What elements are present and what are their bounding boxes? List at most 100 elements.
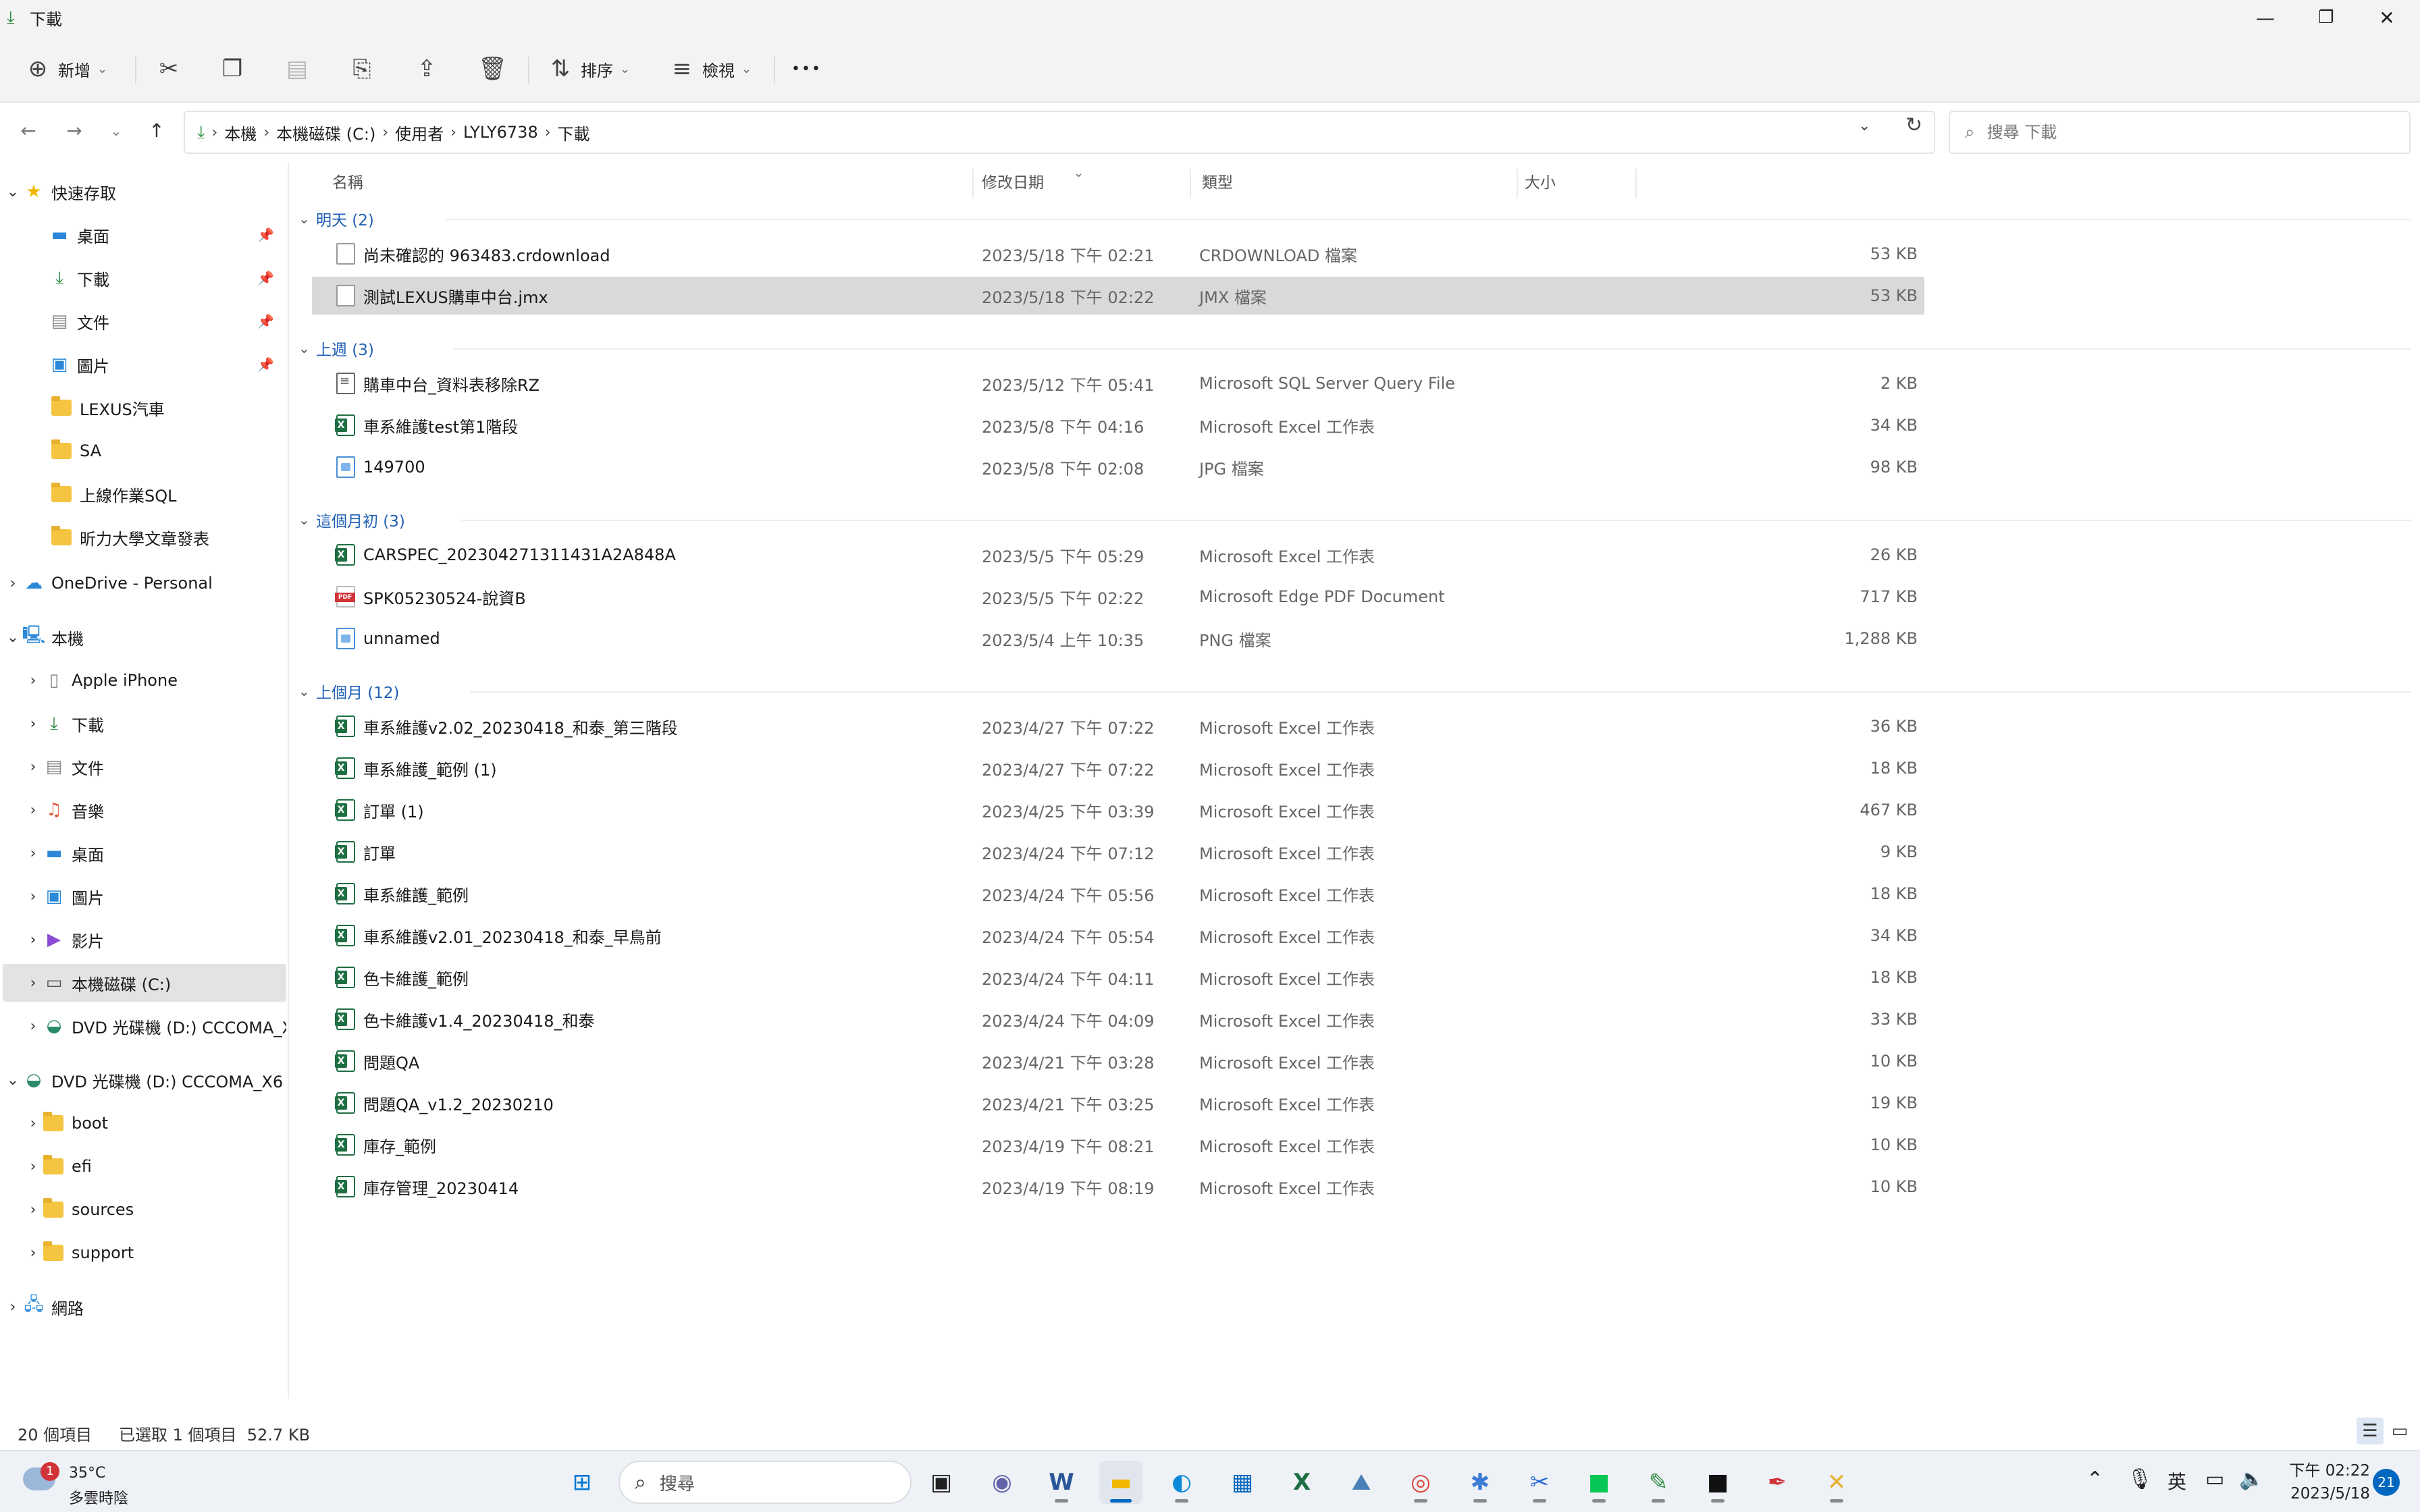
minimize-button[interactable]: — [2235,0,2296,35]
breadcrumb-downloads[interactable]: 下載 [558,121,590,144]
sidebar-item-desktop[interactable]: ▬ 桌面 📌 [3,216,286,254]
paste-button[interactable]: ▤ [284,49,311,89]
sidebar-item-pictures[interactable]: ▣ 圖片 📌 [3,346,286,383]
rename-button[interactable]: ⎘ [348,49,375,89]
address-bar[interactable]: ⤓ › 本機 › 本機磁碟 (C:) › 使用者 › LYLY6738 › 下載 [184,111,1935,154]
weather-widget[interactable]: 1 35°C 多雲時陰 [20,1458,169,1507]
breadcrumb-user[interactable]: LYLY6738 [463,123,538,142]
pin-icon[interactable]: 📌 [257,227,274,243]
pin-icon[interactable]: 📌 [257,313,274,329]
sort-button[interactable]: ⇅ 排序 ⌄ [547,49,630,89]
sidebar-item-pc-pictures[interactable]: › ▣ 圖片 [3,878,286,915]
sidebar-item-pc-desktop[interactable]: › ▬ 桌面 [3,834,286,872]
column-header-type[interactable]: 類型 [1202,162,1233,200]
breadcrumb-drive-c[interactable]: 本機磁碟 (C:) [276,121,375,144]
sidebar-item-network[interactable]: › 🖧 網路 [3,1288,286,1326]
taskbar-edge[interactable]: ◐ [1160,1461,1203,1504]
file-row[interactable]: 庫存管理_20230414 2023/4/19 下午 08:19 Microsoft… [312,1168,1924,1206]
file-row[interactable]: 尚未確認的 963483.crdownload 2023/5/18 下午 02:2… [312,235,1924,273]
sidebar-item-videos[interactable]: › ▶ 影片 [3,921,286,959]
search-box[interactable]: ⌕ [1949,111,2411,154]
microphone-icon[interactable]: 🎙 [2127,1467,2153,1491]
sidebar-item-sources[interactable]: › sources [3,1191,286,1228]
network-status-icon[interactable]: ▭ [2205,1467,2224,1491]
file-row[interactable]: 庫存_範例 2023/4/19 下午 08:21 Microsoft Excel 工… [312,1126,1924,1164]
pin-icon[interactable]: 📌 [257,270,274,286]
sidebar-item-boot[interactable]: › boot [3,1104,286,1142]
file-row[interactable]: 問題QA_v1.2_20230210 2023/4/21 下午 03:25 Micr… [312,1084,1924,1122]
address-history-button[interactable]: ⌄ [1858,117,1870,134]
restore-button[interactable]: ❐ [2296,0,2357,35]
details-view-button[interactable]: ☰ [2357,1418,2384,1444]
taskbar-excel[interactable]: X [1280,1461,1323,1504]
group-header[interactable]: ⌄ 明天 (2) [298,205,374,232]
sidebar-item-pc-documents[interactable]: › ▤ 文件 [3,748,286,786]
sidebar-item-dvd-under-pc[interactable]: › ◒ DVD 光碟機 (D:) CCCOMA_X [3,1007,286,1045]
sidebar-item-quick-access[interactable]: ⌄ ★ 快速存取 [3,173,286,211]
sidebar-item-sql[interactable]: 上線作業SQL [3,475,286,513]
file-row[interactable]: 色卡維護_範例 2023/4/24 下午 04:11 Microsoft Excel… [312,959,1924,996]
sidebar-item-onedrive[interactable]: › ☁ OneDrive - Personal [3,564,286,602]
notification-badge[interactable]: 21 [2373,1469,2400,1496]
taskbar-notepad[interactable]: ✎ [1637,1461,1680,1504]
breadcrumb-users[interactable]: 使用者 [395,121,444,144]
taskbar-snipping-tool[interactable]: ✂ [1518,1461,1561,1504]
file-row[interactable]: 車系維護v2.01_20230418_和泰_早鳥前 2023/4/24 下午 05… [312,917,1924,954]
sidebar-item-dvd[interactable]: ⌄ ◒ DVD 光碟機 (D:) CCCOMA_X6 [3,1061,286,1099]
share-button[interactable]: ⇪ [413,49,440,89]
back-button[interactable]: ← [15,117,42,144]
sidebar-item-efi[interactable]: › efi [3,1148,286,1185]
file-row[interactable]: 訂單 2023/4/24 下午 07:12 Microsoft Excel 工作表 9… [312,833,1924,871]
start-button[interactable]: ⊞ [560,1461,604,1504]
sidebar-item-this-pc[interactable]: ⌄ 🖳 本機 [3,618,286,656]
new-button[interactable]: ⊕ 新增 ⌄ [24,49,107,89]
sidebar-item-music[interactable]: › ♫ 音樂 [3,791,286,829]
sidebar-item-iphone[interactable]: › ▯ Apple iPhone [3,662,286,699]
taskbar-pen[interactable]: ✒ [1756,1461,1799,1504]
chat-button[interactable]: ◉ [980,1461,1024,1504]
column-divider[interactable] [972,169,974,198]
column-header-size[interactable]: 大小 [1525,162,1556,200]
sidebar-item-drive-c[interactable]: › ▭ 本機磁碟 (C:) [3,964,286,1002]
group-header[interactable]: ⌄ 這個月初 (3) [298,506,405,533]
refresh-button[interactable]: ↻ [1905,113,1922,137]
taskbar-word[interactable]: W [1040,1461,1083,1504]
cut-button[interactable]: ✂ [155,49,182,89]
file-row[interactable]: unnamed 2023/5/4 上午 10:35 PNG 檔案 1,288 KB [312,620,1924,657]
file-row[interactable]: 色卡維護v1.4_20230418_和泰 2023/4/24 下午 04:09 Mi… [312,1000,1924,1038]
file-row[interactable]: 問題QA 2023/4/21 下午 03:28 Microsoft Excel 工作… [312,1042,1924,1080]
sidebar-item-support[interactable]: › support [3,1234,286,1272]
taskbar-line[interactable]: ■ [1577,1461,1621,1504]
file-row[interactable]: CARSPEC_202304271311431A2A848A 2023/5/5 下… [312,536,1924,574]
up-button[interactable]: ↑ [143,117,170,144]
sidebar-item-downloads[interactable]: ⤓ 下載 📌 [3,259,286,297]
taskbar-photos[interactable]: ⛰ [1340,1461,1383,1504]
search-input[interactable] [1987,123,2365,142]
volume-icon[interactable]: 🔈 [2239,1467,2264,1491]
group-header[interactable]: ⌄ 上個月 (12) [298,678,400,705]
sidebar-item-lexus[interactable]: LEXUS汽車 [3,389,286,427]
file-row[interactable]: SPK05230524-說資B 2023/5/5 下午 02:22 Microsof… [312,578,1924,616]
column-divider[interactable] [1190,169,1191,198]
copy-button[interactable]: ❐ [219,49,246,89]
sidebar-item-sa[interactable]: SA [3,432,286,470]
recent-locations-button[interactable]: ⌄ [103,117,130,144]
column-header-date[interactable]: 修改日期 [982,162,1044,200]
breadcrumb-this-pc[interactable]: 本機 [224,121,257,144]
file-row[interactable]: 測試LEXUS購車中台.jmx 2023/5/18 下午 02:22 JMX 檔案 5… [312,277,1924,315]
file-row[interactable]: 149700 2023/5/8 下午 02:08 JPG 檔案 98 KB [312,448,1924,486]
group-header[interactable]: ⌄ 上週 (3) [298,335,374,362]
file-row[interactable]: 車系維護test第1階段 2023/5/8 下午 04:16 Microsoft E… [312,406,1924,444]
ime-indicator[interactable]: 英 [2167,1467,2186,1494]
taskbar-chrome[interactable]: ◎ [1399,1461,1442,1504]
clock[interactable]: 下午 02:22 2023/5/18 [2269,1459,2370,1505]
taskbar-search[interactable]: ⌕ 搜尋 [619,1461,912,1504]
file-row[interactable]: 車系維護_範例 (1) 2023/4/27 下午 07:22 Microsoft E… [312,749,1924,787]
file-row[interactable]: 車系維護v2.02_20230418_和泰_第三階段 2023/4/27 下午 0… [312,707,1924,745]
column-divider[interactable] [1635,169,1637,198]
taskbar-terminal[interactable]: ■ [1696,1461,1739,1504]
tiles-view-button[interactable]: ▭ [2386,1418,2413,1444]
file-row[interactable]: 購車中台_資料表移除RZ 2023/5/12 下午 05:41 Microsoft … [312,364,1924,402]
sidebar-item-pc-downloads[interactable]: › ⤓ 下載 [3,705,286,742]
view-button[interactable]: ≡ 檢視 ⌄ [668,49,752,89]
